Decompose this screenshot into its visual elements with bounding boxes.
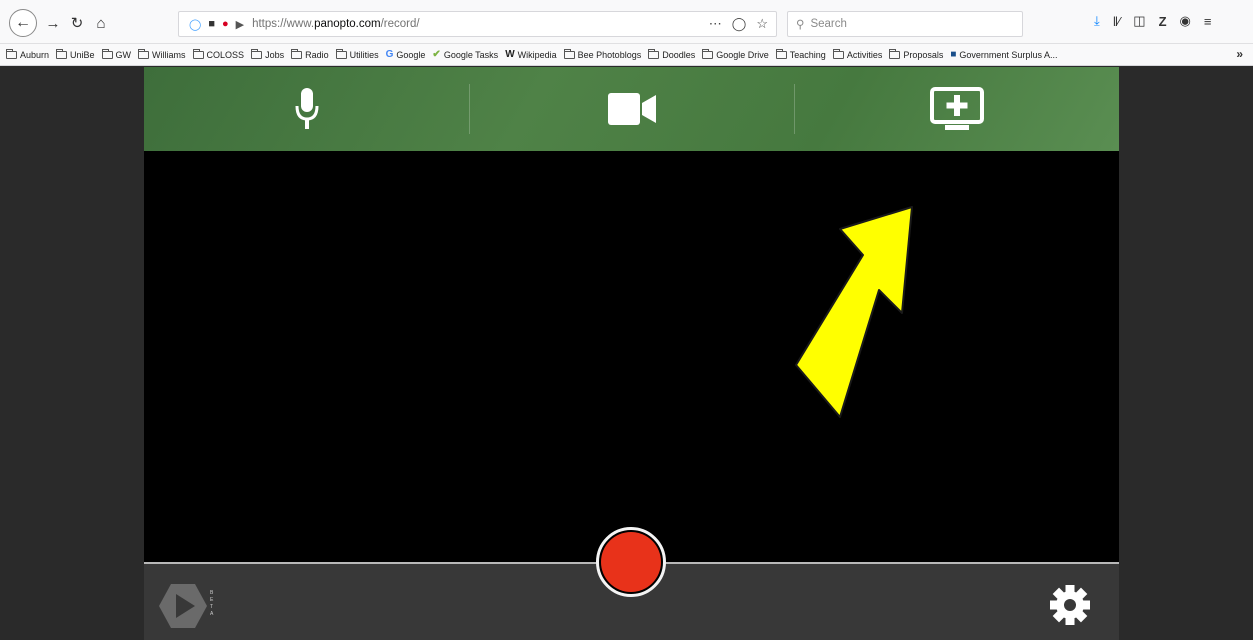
bookmark-label: Proposals: [903, 49, 944, 60]
bookmark-item[interactable]: Jobs: [251, 48, 285, 60]
microphone-icon: [295, 88, 318, 129]
menu-icon[interactable]: ≡: [1204, 14, 1212, 29]
bookmark-item[interactable]: Doodles: [648, 48, 696, 60]
google-icon: G: [385, 49, 394, 60]
record-dot-icon: [601, 532, 661, 592]
source-toolbar: [144, 67, 1119, 151]
bookmark-star-icon[interactable]: ☆: [756, 16, 768, 32]
bookmark-label: COLOSS: [206, 49, 245, 60]
video-camera-icon: [607, 93, 656, 125]
bookmark-label: Activities: [846, 49, 883, 60]
bookmark-item[interactable]: ✔ Google Tasks: [432, 49, 498, 60]
audio-source-button[interactable]: [144, 67, 469, 151]
bookmark-label: Auburn: [20, 49, 50, 60]
folder-icon: [702, 48, 714, 59]
bookmark-label: Google Tasks: [443, 49, 499, 60]
video-source-button[interactable]: [469, 67, 794, 151]
panopto-logo-icon: [159, 584, 207, 628]
bookmark-label: Jobs: [265, 49, 285, 60]
zotero-icon[interactable]: Z: [1159, 14, 1167, 29]
bookmark-item[interactable]: Bee Photoblogs: [563, 48, 642, 60]
bookmark-label: Government Surplus A...: [959, 49, 1058, 60]
folder-icon: [251, 48, 263, 59]
bookmark-label: Doodles: [662, 49, 696, 60]
reload-icon: ↻: [70, 15, 84, 32]
recorder-control-bar: BETA: [144, 527, 1119, 640]
forward-button[interactable]: →: [42, 12, 64, 34]
bookmark-item[interactable]: Williams: [138, 48, 186, 60]
bookmark-label: Google: [396, 49, 426, 60]
shield-icon[interactable]: ◯: [189, 18, 201, 31]
folder-icon: [138, 48, 150, 59]
folder-icon: [889, 48, 901, 59]
library-icon[interactable]: ‖∕: [1113, 14, 1121, 29]
url-bar[interactable]: ◯ ■ ● ▶ https://www.panopto.com/record/ …: [178, 11, 777, 37]
bookmark-label: UniBe: [70, 49, 95, 60]
extension-icon[interactable]: ◉: [1180, 13, 1191, 29]
bookmark-label: Bee Photoblogs: [577, 49, 642, 60]
gsa-icon: ■: [950, 49, 957, 60]
back-button[interactable]: ←: [9, 9, 37, 37]
page-actions-icon[interactable]: ⋯: [709, 16, 722, 32]
search-input[interactable]: ⚲ Search: [787, 11, 1023, 37]
bookmark-item[interactable]: UniBe: [56, 48, 95, 60]
bookmarks-bar: Auburn UniBe GW Williams COLOSS Jobs Radio Util…: [0, 44, 1253, 66]
folder-icon: [775, 48, 787, 59]
lock-icon[interactable]: ■: [208, 18, 215, 30]
bookmark-item[interactable]: Radio: [291, 48, 329, 60]
download-icon[interactable]: ⤓: [1094, 13, 1100, 29]
record-button[interactable]: [596, 527, 666, 597]
sidebar-icon[interactable]: ◫: [1133, 13, 1145, 29]
wikipedia-icon: W: [505, 49, 515, 60]
folder-icon: [6, 48, 17, 59]
annotation-arrow-icon: [795, 206, 913, 418]
bookmark-item[interactable]: Utilities: [335, 48, 379, 60]
bookmark-item[interactable]: GW: [101, 48, 132, 60]
bookmark-item[interactable]: Auburn: [6, 48, 50, 60]
microphone-permission-icon[interactable]: ●: [222, 18, 229, 30]
folder-icon: [335, 48, 347, 59]
bookmark-item[interactable]: G Google: [386, 49, 426, 60]
url-text[interactable]: https://www.panopto.com/record/: [252, 18, 420, 30]
bookmark-item[interactable]: Teaching: [775, 48, 826, 60]
folder-icon: [648, 48, 660, 59]
folder-icon: [832, 48, 844, 59]
folder-icon: [101, 48, 113, 59]
back-arrow-icon: ←: [15, 14, 31, 31]
bookmark-item[interactable]: Google Drive: [702, 48, 769, 60]
bookmark-label: GW: [115, 49, 132, 60]
search-icon: ⚲: [796, 19, 805, 31]
bookmarks-overflow-icon[interactable]: »: [1236, 47, 1243, 61]
pocket-icon[interactable]: ◯: [732, 16, 747, 32]
bookmark-label: Utilities: [349, 49, 379, 60]
bookmark-label: Wikipedia: [517, 49, 557, 60]
bookmark-label: Google Drive: [716, 49, 769, 60]
beta-label: BETA: [210, 590, 214, 617]
reload-button[interactable]: ↻: [66, 12, 88, 34]
browser-toolbar: ← → ↻ ⌂ ◯ ■ ● ▶ https://www.panopto.com/…: [0, 0, 1253, 44]
camera-permission-icon[interactable]: ▶: [236, 18, 244, 31]
folder-icon: [291, 48, 303, 59]
add-screen-icon: [929, 87, 984, 130]
panopto-recorder: BETA: [144, 67, 1119, 640]
folder-icon: [563, 48, 575, 59]
settings-gear-icon[interactable]: [1049, 584, 1091, 626]
search-placeholder: Search: [810, 18, 847, 30]
bookmark-label: Teaching: [789, 49, 826, 60]
folder-icon: [56, 48, 68, 59]
bookmark-item[interactable]: ■ Government Surplus A...: [950, 49, 1057, 60]
bookmark-item[interactable]: W Wikipedia: [505, 49, 556, 60]
home-button[interactable]: ⌂: [90, 12, 112, 34]
folder-icon: [192, 48, 204, 59]
forward-arrow-icon: →: [45, 14, 61, 32]
bookmark-item[interactable]: COLOSS: [192, 48, 245, 60]
bookmark-item[interactable]: Activities: [832, 48, 883, 60]
bookmark-label: Radio: [305, 49, 329, 60]
check-icon: ✔: [432, 49, 441, 60]
bookmark-label: Williams: [152, 49, 186, 60]
add-screen-button[interactable]: [794, 67, 1119, 151]
home-icon: ⌂: [96, 14, 106, 32]
bookmark-item[interactable]: Proposals: [889, 48, 944, 60]
